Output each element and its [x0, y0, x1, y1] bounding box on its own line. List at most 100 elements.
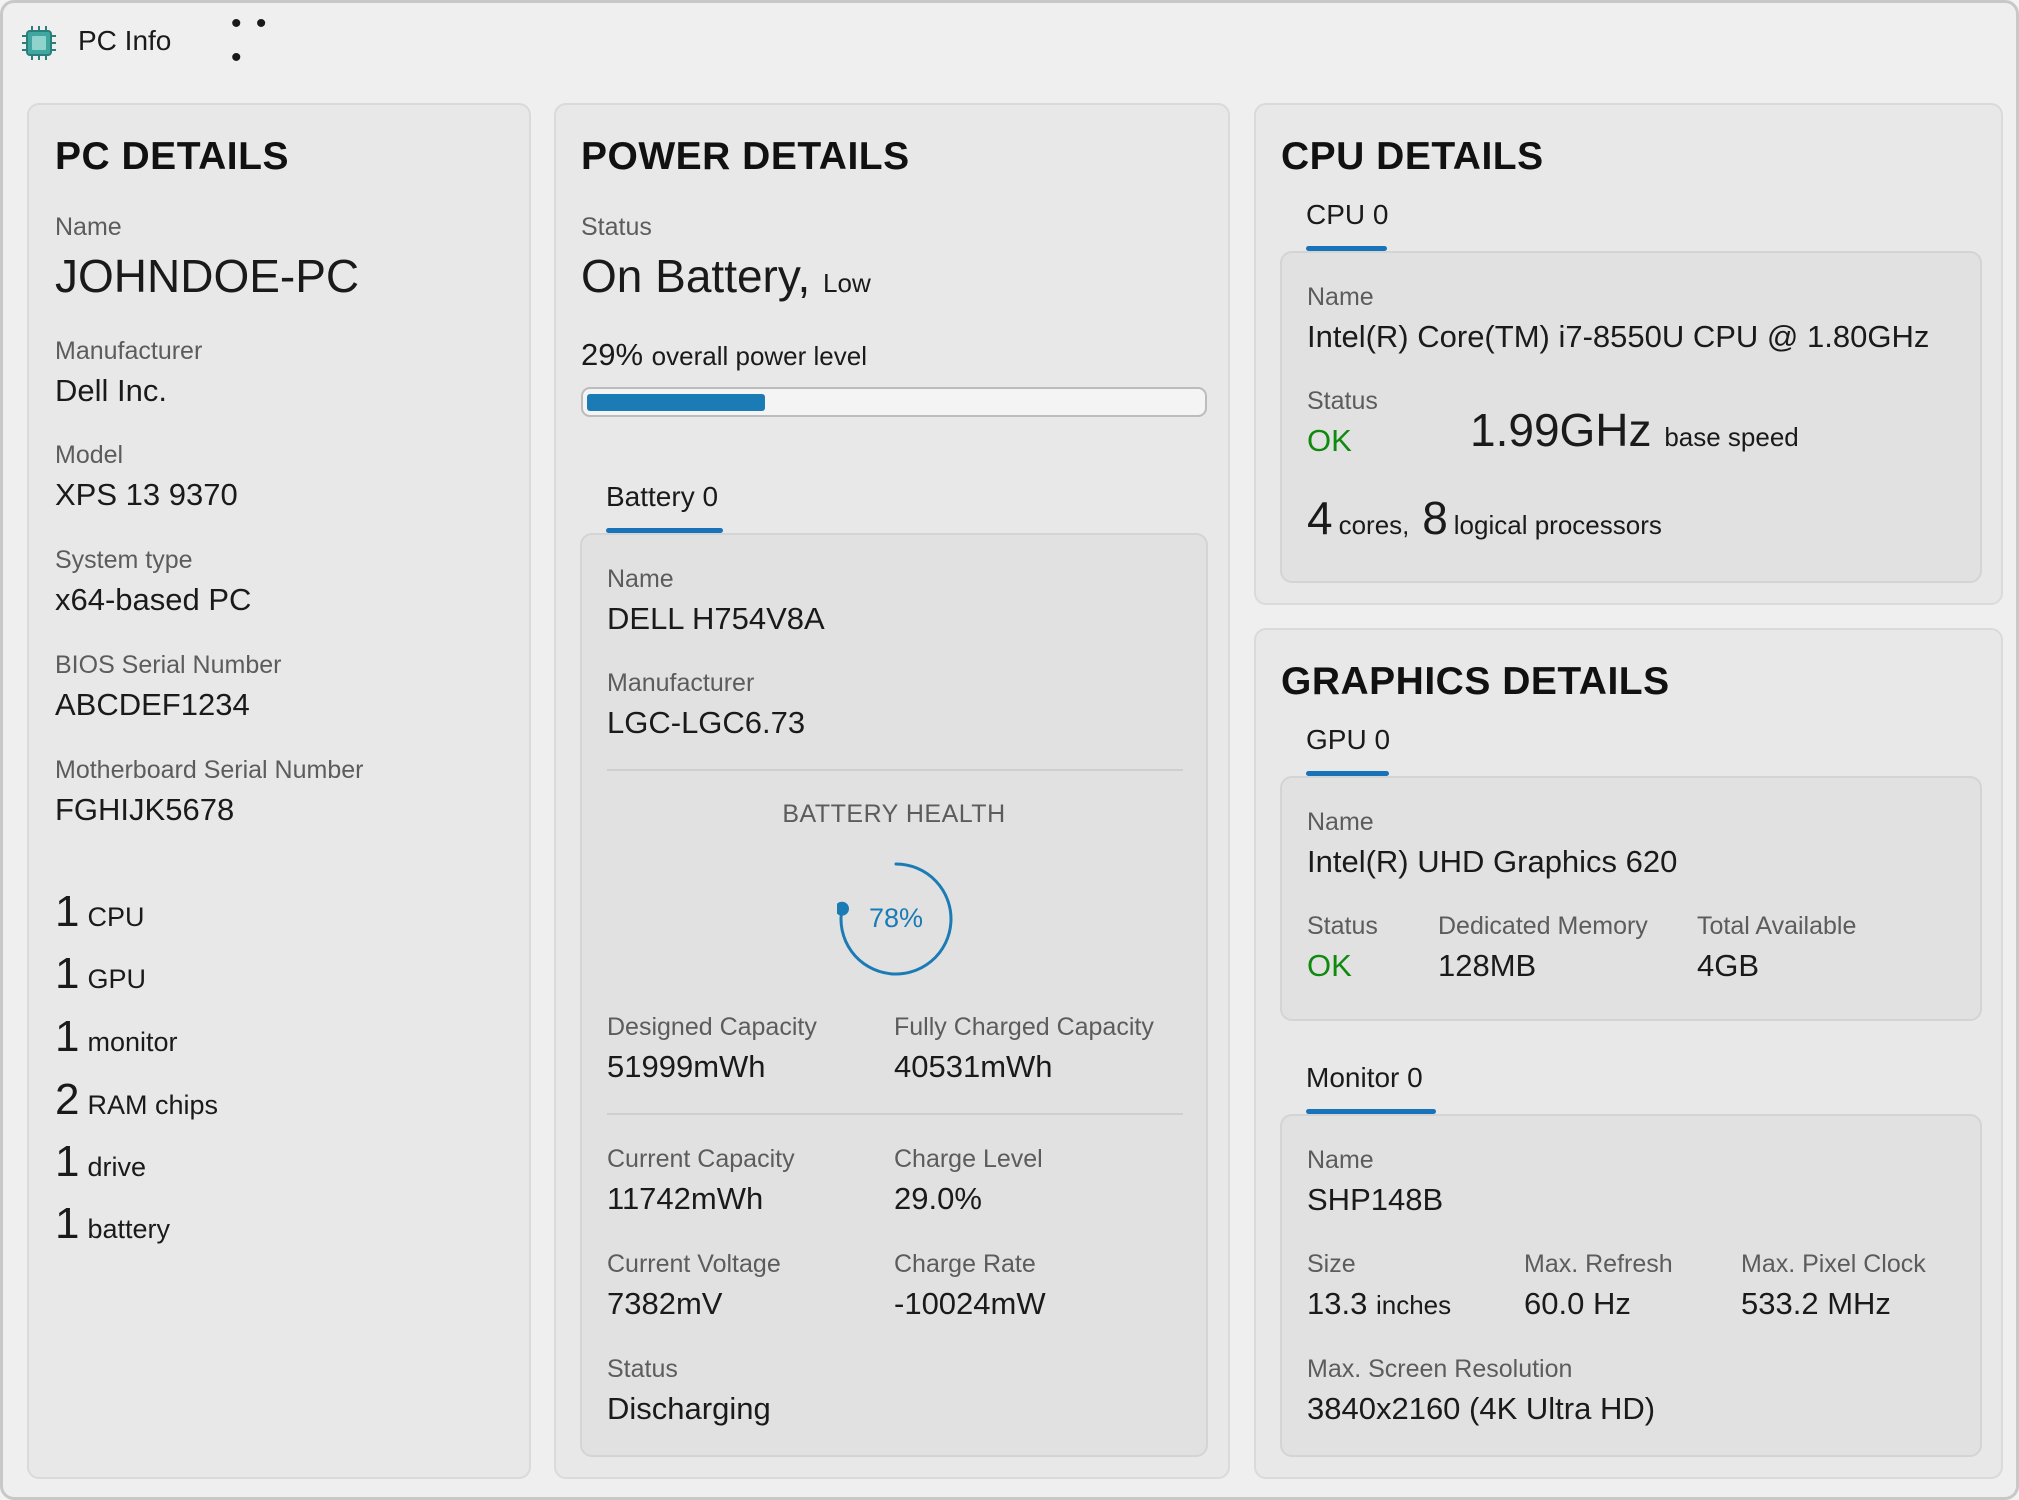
tab-monitor-0[interactable]: Monitor 0: [1306, 1062, 1423, 1094]
cpu-speed-row: 1.99GHz base speed: [1470, 403, 1799, 457]
count-number: 1: [55, 1012, 80, 1061]
pc-name-value: JOHNDOE-PC: [55, 250, 360, 302]
power-level-progress-bar: [581, 387, 1207, 417]
count-text: RAM chips: [87, 1090, 219, 1120]
count-text: battery: [87, 1214, 171, 1244]
count-gpu: 1 GPU: [55, 949, 146, 999]
count-cpu: 1 CPU: [55, 887, 145, 937]
bios-serial-label: BIOS Serial Number: [55, 651, 282, 679]
dedicated-memory-value: 128MB: [1438, 948, 1537, 983]
power-status-text: On Battery,: [581, 250, 811, 302]
max-resolution-label: Max. Screen Resolution: [1307, 1355, 1573, 1383]
total-available-label: Total Available: [1697, 912, 1857, 940]
battery-health-percent: 78%: [868, 903, 924, 933]
total-available-value: 4GB: [1697, 948, 1760, 983]
current-capacity-value: 11742mWh: [607, 1181, 764, 1216]
full-capacity-value: 40531mWh: [894, 1049, 1053, 1084]
full-capacity-label: Fully Charged Capacity: [894, 1013, 1154, 1041]
tab-battery-0[interactable]: Battery 0: [606, 481, 718, 513]
battery-divider-1: [607, 769, 1183, 771]
cpu-logical-value: 8: [1422, 492, 1448, 544]
power-status-sub: Low: [823, 268, 871, 298]
pc-details-card: PC DETAILS Name JOHNDOE-PC Manufacturer …: [27, 103, 531, 1479]
count-text: CPU: [87, 902, 145, 932]
charge-rate-label: Charge Rate: [894, 1250, 1036, 1278]
count-drive: 1 drive: [55, 1137, 146, 1187]
max-refresh-value: 60.0 Hz: [1524, 1286, 1631, 1321]
power-status-value: On Battery, Low: [581, 249, 871, 303]
monitor-0-card: Name SHP148B Size 13.3 inches Max. Refre…: [1280, 1114, 1982, 1457]
cpu-cores-row: 4 cores, 8 logical processors: [1307, 491, 1662, 545]
model-value: XPS 13 9370: [55, 477, 238, 512]
count-number: 1: [55, 949, 80, 998]
power-status-label: Status: [581, 213, 652, 241]
current-voltage-value: 7382mV: [607, 1286, 723, 1321]
monitor-name-label: Name: [1307, 1146, 1374, 1174]
bios-serial-value: ABCDEF1234: [55, 687, 250, 722]
motherboard-serial-label: Motherboard Serial Number: [55, 756, 364, 784]
current-voltage-label: Current Voltage: [607, 1250, 781, 1278]
count-battery: 1 battery: [55, 1199, 170, 1249]
battery-0-card: Name DELL H754V8A Manufacturer LGC-LGC6.…: [580, 533, 1208, 1457]
tab-cpu-0[interactable]: CPU 0: [1306, 199, 1388, 231]
dedicated-memory-label: Dedicated Memory: [1438, 912, 1648, 940]
gpu-status-label: Status: [1307, 912, 1378, 940]
monitor-size-value: 13.3: [1307, 1286, 1368, 1321]
monitor-name-value: SHP148B: [1307, 1182, 1444, 1217]
cpu-name-value: Intel(R) Core(TM) i7-8550U CPU @ 1.80GHz: [1307, 319, 1930, 354]
cpu-name-label: Name: [1307, 283, 1374, 311]
count-number: 1: [55, 1137, 80, 1186]
graphics-details-heading: GRAPHICS DETAILS: [1281, 660, 1670, 703]
power-level-progress-fill: [587, 394, 765, 411]
cpu-cores-value: 4: [1307, 492, 1333, 544]
battery-manufacturer-label: Manufacturer: [607, 669, 755, 697]
count-number: 1: [55, 1199, 80, 1248]
current-capacity-label: Current Capacity: [607, 1145, 795, 1173]
cpu-status-label: Status: [1307, 387, 1378, 415]
system-type-value: x64-based PC: [55, 582, 252, 617]
charge-level-value: 29.0%: [894, 1181, 982, 1216]
cpu-speed-sub: base speed: [1664, 422, 1799, 452]
cpu-logical-text: logical processors: [1453, 510, 1662, 540]
pc-name-label: Name: [55, 213, 122, 241]
manufacturer-value: Dell Inc.: [55, 373, 167, 408]
pc-details-heading: PC DETAILS: [55, 135, 289, 178]
tab-gpu-0[interactable]: GPU 0: [1306, 724, 1390, 756]
app-title: PC Info: [78, 25, 172, 56]
battery-name-label: Name: [607, 565, 674, 593]
battery-name-value: DELL H754V8A: [607, 601, 825, 636]
manufacturer-label: Manufacturer: [55, 337, 203, 365]
monitor-size-label: Size: [1307, 1250, 1356, 1278]
chip-icon: [22, 26, 56, 60]
monitor-size-row: 13.3 inches: [1307, 1286, 1451, 1322]
graphics-details-card: GRAPHICS DETAILS GPU 0 Name Intel(R) UHD…: [1254, 628, 2003, 1479]
more-options-button[interactable]: • • •: [231, 7, 293, 74]
power-level-row: 29% overall power level: [581, 337, 867, 373]
max-resolution-value: 3840x2160 (4K Ultra HD): [1307, 1391, 1656, 1426]
motherboard-serial-value: FGHIJK5678: [55, 792, 235, 827]
power-details-heading: POWER DETAILS: [581, 135, 910, 178]
count-ram: 2 RAM chips: [55, 1075, 218, 1125]
count-monitor: 1 monitor: [55, 1012, 178, 1062]
title-bar: PC Info • • •: [3, 3, 2016, 83]
power-details-card: POWER DETAILS Status On Battery, Low 29%…: [554, 103, 1230, 1479]
battery-manufacturer-value: LGC-LGC6.73: [607, 705, 806, 740]
cpu-0-card: Name Intel(R) Core(TM) i7-8550U CPU @ 1.…: [1280, 251, 1982, 583]
count-text: drive: [87, 1152, 147, 1182]
power-level-percent: 29%: [581, 337, 644, 372]
count-text: monitor: [87, 1027, 178, 1057]
battery-health-ring: 78%: [834, 860, 955, 978]
count-text: GPU: [87, 964, 146, 994]
gpu-name-label: Name: [1307, 808, 1374, 836]
charge-rate-value: -10024mW: [894, 1286, 1046, 1321]
max-pixel-clock-value: 533.2 MHz: [1741, 1286, 1891, 1321]
battery-status-value: Discharging: [607, 1391, 771, 1426]
app-window: PC Info • • • PC DETAILS Name JOHNDOE-PC…: [0, 0, 2019, 1500]
monitor-size-unit: inches: [1375, 1290, 1452, 1320]
battery-divider-2: [607, 1113, 1183, 1115]
battery-health-label: BATTERY HEALTH: [782, 800, 1006, 828]
max-pixel-clock-label: Max. Pixel Clock: [1741, 1250, 1926, 1278]
count-number: 1: [55, 887, 80, 936]
charge-level-label: Charge Level: [894, 1145, 1043, 1173]
max-refresh-label: Max. Refresh: [1524, 1250, 1673, 1278]
